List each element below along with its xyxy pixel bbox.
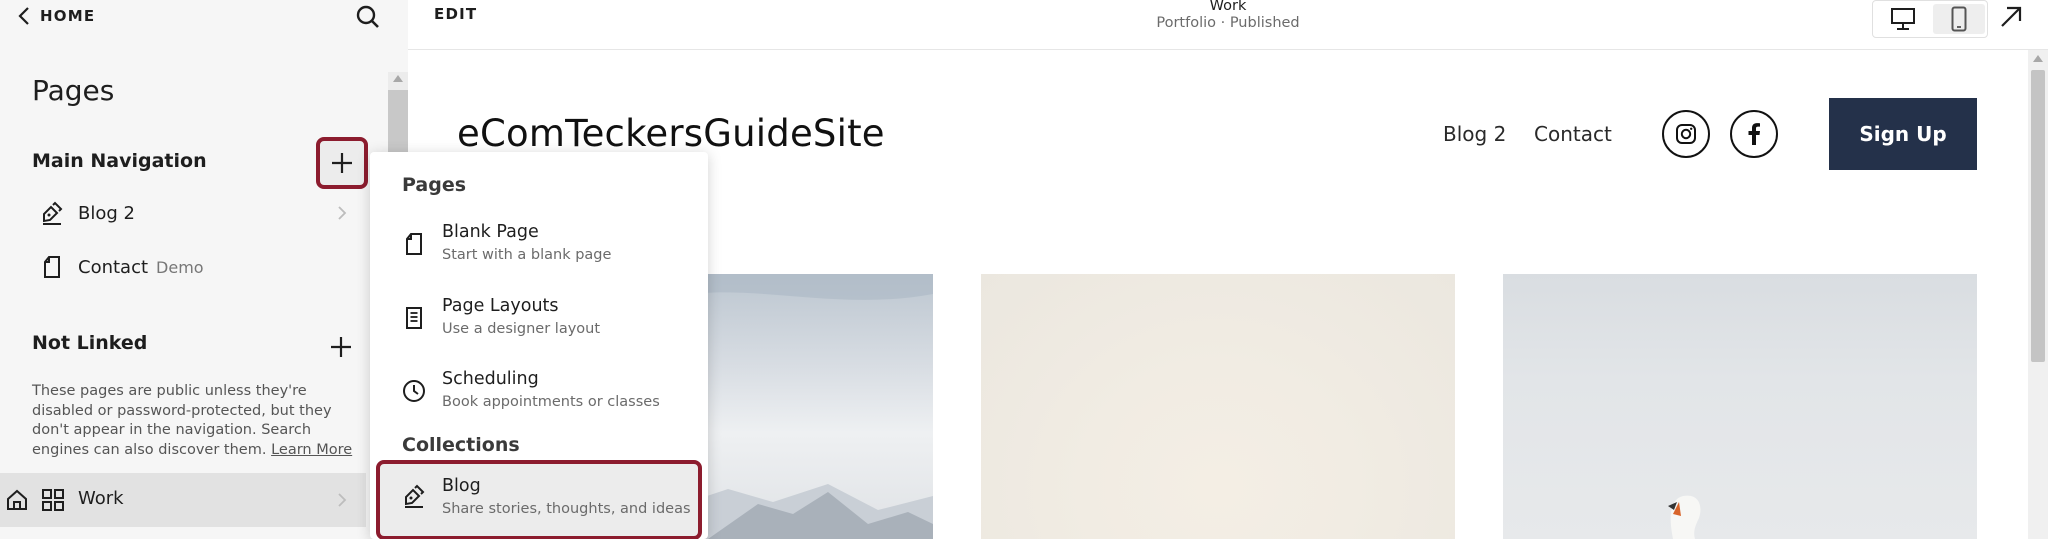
facebook-button[interactable]	[1730, 110, 1778, 158]
clock-icon	[402, 379, 426, 403]
sidebar-item-label: Work	[78, 488, 124, 509]
plus-icon	[330, 151, 354, 175]
menu-item-subtitle: Use a designer layout	[442, 321, 601, 337]
desktop-icon	[1891, 8, 1915, 30]
search-icon	[354, 3, 382, 31]
search-button[interactable]	[354, 3, 382, 31]
add-page-menu: Pages Blank Page Start with a blank page…	[370, 152, 708, 539]
desktop-view-button[interactable]	[1877, 4, 1929, 34]
main-navigation-heading: Main Navigation	[32, 150, 207, 172]
site-title[interactable]: eComTeckersGuideSite	[457, 112, 885, 155]
menu-item-page-layouts[interactable]: Page Layouts Use a designer layout	[370, 292, 708, 358]
menu-item-scheduling[interactable]: Scheduling Book appointments or classes	[370, 365, 708, 431]
page-name: Work	[1209, 0, 1247, 14]
preview-scrollbar-thumb[interactable]	[2031, 70, 2045, 362]
page-icon	[40, 255, 64, 279]
open-site-button[interactable]	[1998, 4, 2024, 30]
blank-page-icon	[402, 232, 426, 256]
scroll-up-arrow-icon[interactable]	[2033, 54, 2043, 62]
sidebar-item-blog-2[interactable]: Blog 2	[0, 189, 366, 237]
mobile-view-button[interactable]	[1933, 4, 1985, 34]
facebook-icon	[1747, 123, 1761, 145]
sidebar-item-work[interactable]: Work	[0, 473, 366, 527]
chevron-right-icon	[334, 492, 350, 508]
menu-item-blog[interactable]: Blog Share stories, thoughts, and ideas	[376, 460, 702, 539]
sidebar-item-label: Blog 2	[78, 202, 135, 224]
portfolio-image-soft-light[interactable]	[981, 274, 1455, 539]
scroll-up-arrow-icon[interactable]	[393, 74, 403, 82]
home-link[interactable]: HOME	[18, 4, 95, 28]
sidebar-item-label: Contact Demo	[78, 257, 204, 278]
pages-group-heading: Pages	[402, 174, 467, 196]
menu-item-subtitle: Share stories, thoughts, and ideas	[442, 501, 691, 517]
learn-more-link[interactable]: Learn More	[271, 442, 352, 458]
menu-item-subtitle: Start with a blank page	[442, 247, 612, 263]
add-page-not-linked-button[interactable]	[324, 330, 358, 364]
instagram-icon	[1675, 123, 1697, 145]
chevron-left-icon	[18, 6, 30, 26]
sidebar-item-contact[interactable]: Contact Demo	[0, 243, 366, 291]
blog-icon	[40, 201, 64, 225]
instagram-button[interactable]	[1662, 110, 1710, 158]
page-status: Portfolio · Published	[1156, 15, 1300, 31]
collections-group-heading: Collections	[402, 434, 520, 456]
home-icon	[6, 489, 28, 511]
menu-item-subtitle: Book appointments or classes	[442, 394, 660, 410]
add-page-main-navigation-button[interactable]	[316, 137, 368, 189]
site-nav-blog-2[interactable]: Blog 2	[1443, 122, 1506, 146]
app-root: HOME Pages Main Navigation Blog 2 Contac…	[0, 0, 2048, 539]
sign-up-button[interactable]: Sign Up	[1829, 98, 1977, 170]
layouts-icon	[402, 306, 426, 330]
menu-item-blank-page[interactable]: Blank Page Start with a blank page	[370, 218, 708, 284]
menu-item-title: Blank Page	[442, 222, 539, 242]
not-linked-heading: Not Linked	[32, 332, 148, 354]
menu-item-title: Blog	[442, 476, 481, 496]
portfolio-image-swan[interactable]	[1503, 274, 1977, 539]
grid-icon	[42, 489, 64, 511]
mobile-icon	[1951, 6, 1967, 32]
chevron-right-icon	[334, 205, 350, 221]
blog-icon	[402, 484, 426, 508]
page-tag: Demo	[156, 257, 204, 277]
home-label: HOME	[40, 7, 96, 25]
editor-topbar: EDIT Work Portfolio · Published	[408, 0, 2048, 50]
sidebar-item-label-text: Contact	[78, 256, 149, 278]
sidebar-title: Pages	[32, 74, 115, 107]
not-linked-help-text: These pages are public unless they're di…	[32, 382, 362, 460]
menu-item-title: Scheduling	[442, 369, 539, 389]
plus-icon	[329, 335, 353, 359]
menu-item-title: Page Layouts	[442, 296, 559, 316]
arrow-up-right-icon	[1998, 4, 2024, 30]
site-nav-contact[interactable]: Contact	[1534, 122, 1612, 146]
device-toggle	[1872, 0, 1988, 38]
pages-sidebar: HOME Pages Main Navigation Blog 2 Contac…	[0, 0, 408, 539]
